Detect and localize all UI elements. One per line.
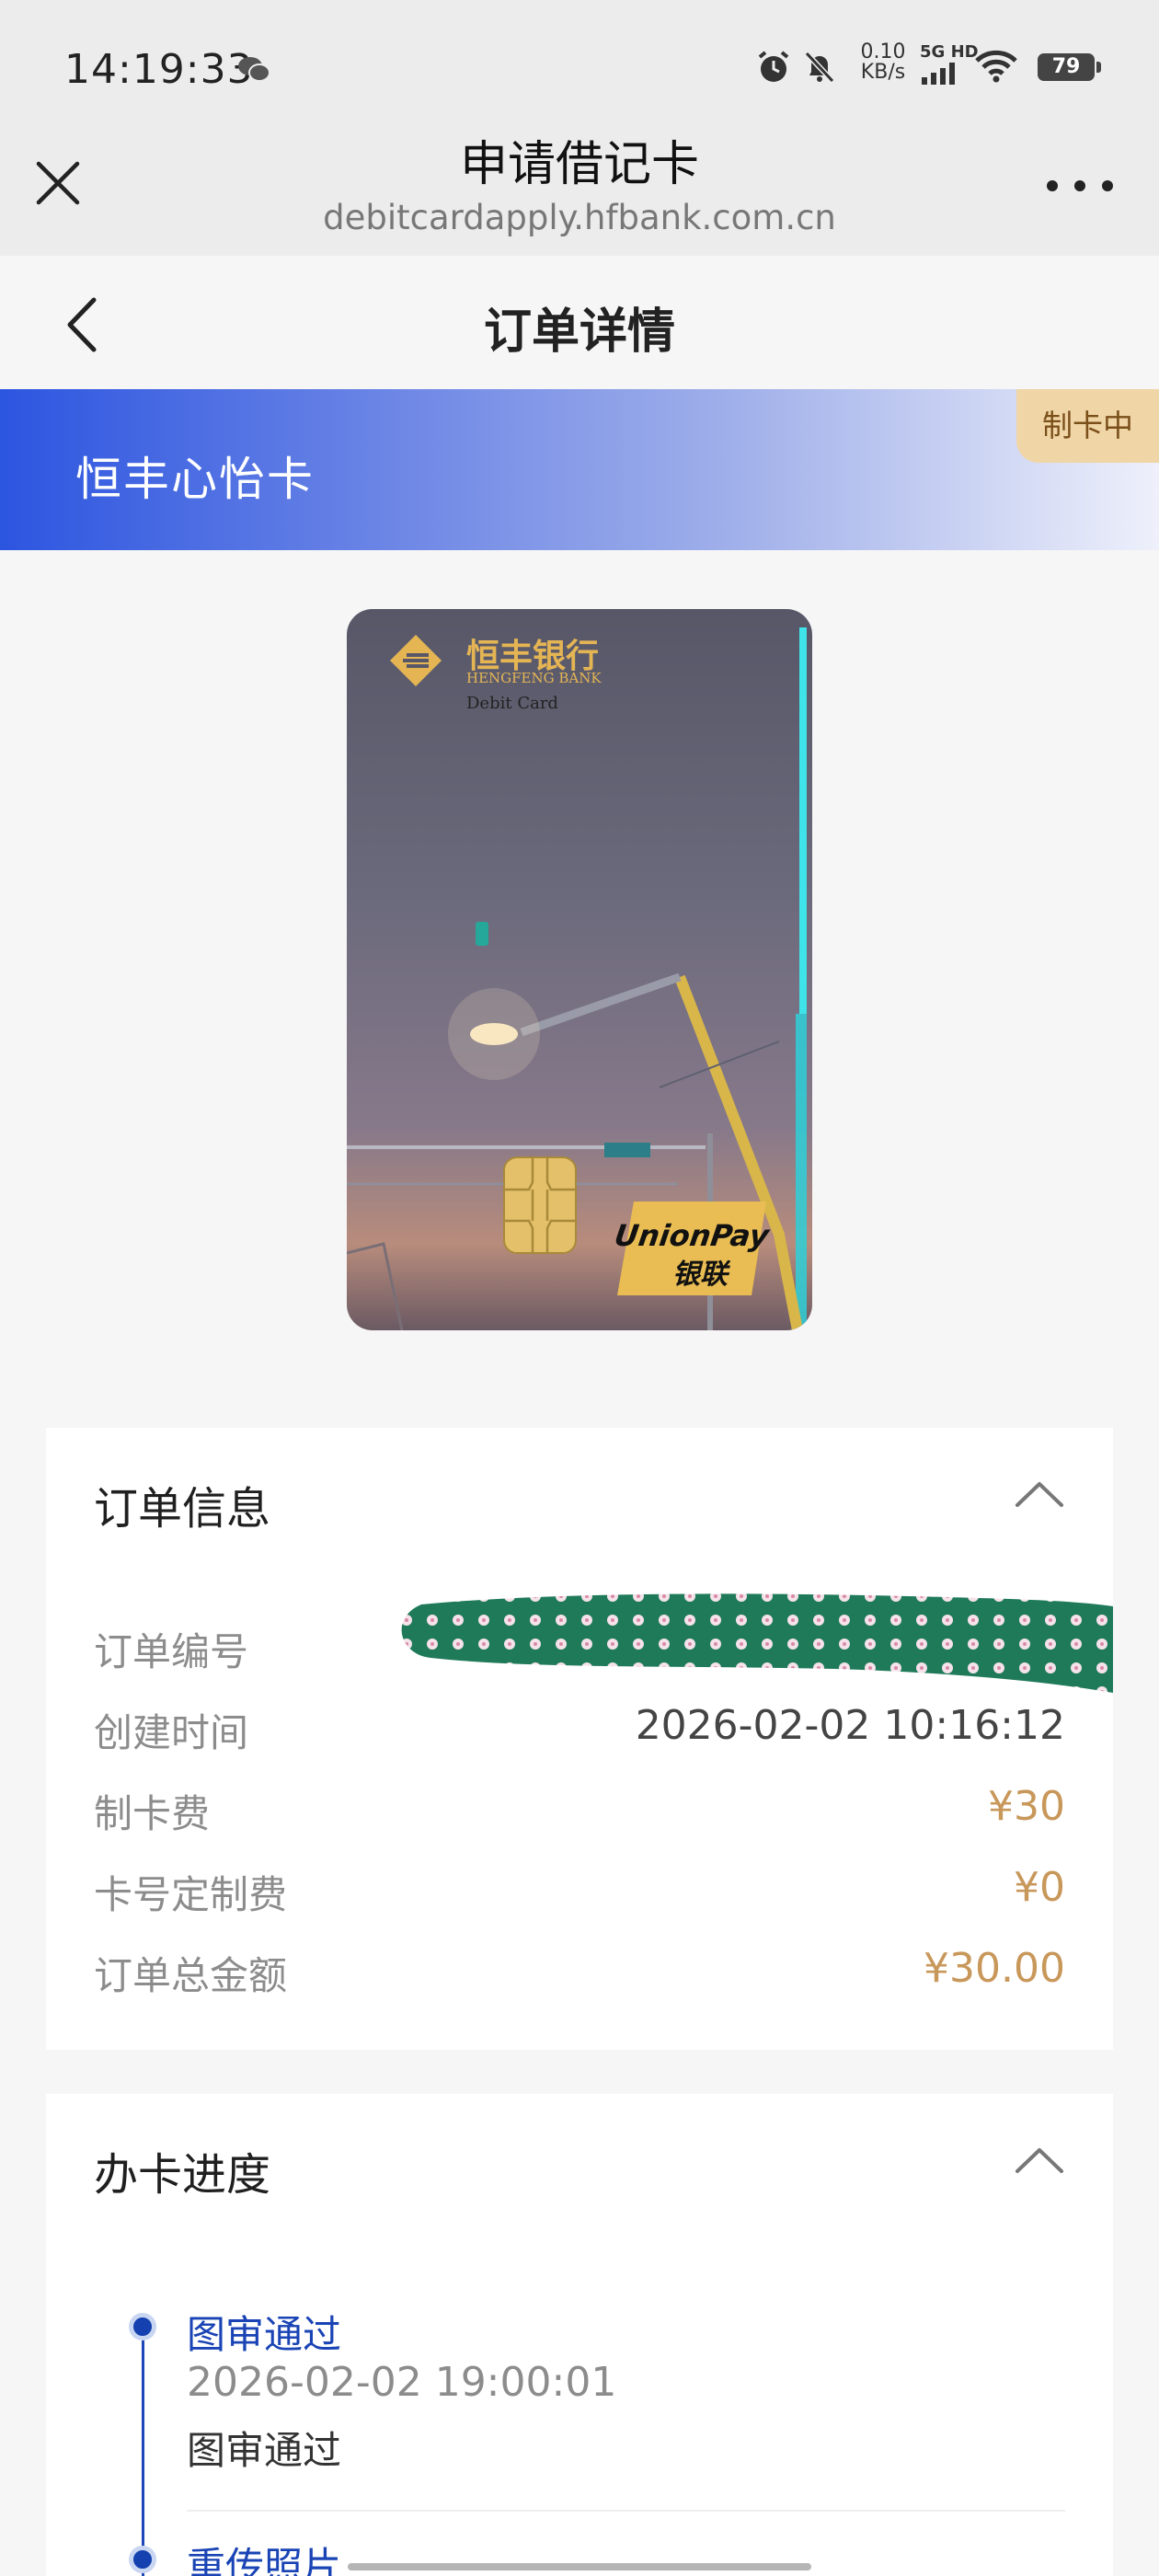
info-label: 卡号定制费 — [94, 1872, 288, 1917]
page-nav: 订单详情 — [0, 256, 1159, 389]
total-amount-row: 订单总金额 ¥30.00 — [94, 1945, 1065, 2000]
info-value: 2026-02-02 10:16:12 — [635, 1702, 1065, 1749]
home-indicator — [348, 2563, 811, 2570]
card-image: 恒丰银行 HENGFENG BANK Debit Card UnionPay 银… — [347, 609, 812, 1330]
step-title: 图审通过 — [187, 2312, 342, 2357]
info-label: 制卡费 — [94, 1791, 211, 1836]
alarm-icon — [758, 51, 789, 82]
chevron-up-icon[interactable] — [1014, 1479, 1065, 1509]
step-time: 2026-02-02 19:00:01 — [187, 2359, 617, 2406]
chevron-up-icon[interactable] — [1014, 2145, 1065, 2175]
browser-url: debitcardapply.hfbank.com.cn — [323, 198, 836, 237]
order-info-title: 订单信息 — [94, 1483, 271, 1535]
dot-icon — [1102, 180, 1113, 191]
info-label: 订单总金额 — [94, 1953, 288, 1998]
mute-icon — [804, 51, 835, 84]
signal-label: 5G HD — [920, 42, 979, 62]
unionpay-logo: UnionPay 银联 — [612, 1198, 772, 1299]
order-info-section: 订单信息 订单编号 创建时间 2026-02-02 10:16:12 制卡费 ¥… — [46, 1428, 1113, 2050]
net-speed-value: 0.10 — [860, 40, 906, 63]
more-options-button[interactable] — [1047, 171, 1113, 199]
custom-number-fee-row: 卡号定制费 ¥0 — [94, 1864, 1065, 1919]
bank-name-en: HENGFENG BANK — [466, 670, 602, 686]
status-time: 14:19:33 — [64, 46, 254, 93]
timeline-dot — [129, 2546, 156, 2573]
info-label: 创建时间 — [94, 1710, 249, 1755]
info-label: 订单编号 — [94, 1629, 249, 1674]
timeline-line — [142, 2335, 144, 2576]
created-time-row: 创建时间 2026-02-02 10:16:12 — [94, 1702, 1065, 1757]
wechat-icon — [238, 57, 270, 82]
progress-section: 办卡进度 图审通过 2026-02-02 19:00:01 图审通过 重传照片 — [46, 2094, 1113, 2576]
timeline-dot — [129, 2313, 156, 2340]
step-desc: 图审通过 — [187, 2428, 342, 2473]
card-fee-row: 制卡费 ¥30 — [94, 1783, 1065, 1838]
dot-icon — [1074, 180, 1085, 191]
info-value: ¥30.00 — [924, 1945, 1065, 1992]
net-speed-unit: KB/s — [860, 61, 906, 84]
card-banner: 恒丰心怡卡 制卡中 — [0, 389, 1159, 550]
card-name: 恒丰心怡卡 — [75, 453, 315, 506]
status-badge: 制卡中 — [1016, 389, 1159, 463]
redaction-mark — [401, 1593, 1113, 1693]
net-speed: 0.10 KB/s — [854, 42, 912, 83]
browser-title: 申请借记卡 — [459, 137, 699, 192]
status-bar: 14:19:33 0.10 KB/s 5G HD 79 — [0, 0, 1159, 138]
battery-icon: 79 — [1038, 53, 1101, 81]
browser-header: 申请借记卡 debitcardapply.hfbank.com.cn — [0, 138, 1159, 256]
progress-title: 办卡进度 — [94, 2149, 271, 2201]
wifi-icon — [975, 50, 1017, 83]
info-value: ¥30 — [988, 1783, 1065, 1830]
signal-icon — [922, 63, 955, 85]
bank-logo-icon — [390, 635, 442, 686]
page-title: 订单详情 — [483, 305, 675, 360]
unionpay-text: UnionPay — [612, 1218, 772, 1253]
step-title: 重传照片 — [187, 2544, 342, 2576]
chip-icon — [503, 1156, 577, 1254]
dot-icon — [1047, 180, 1058, 191]
unionpay-text-cn: 银联 — [672, 1259, 728, 1291]
step-divider — [187, 2510, 1065, 2512]
info-value: ¥0 — [1014, 1864, 1065, 1911]
close-button[interactable] — [31, 156, 85, 210]
card-type-label: Debit Card — [466, 694, 558, 713]
